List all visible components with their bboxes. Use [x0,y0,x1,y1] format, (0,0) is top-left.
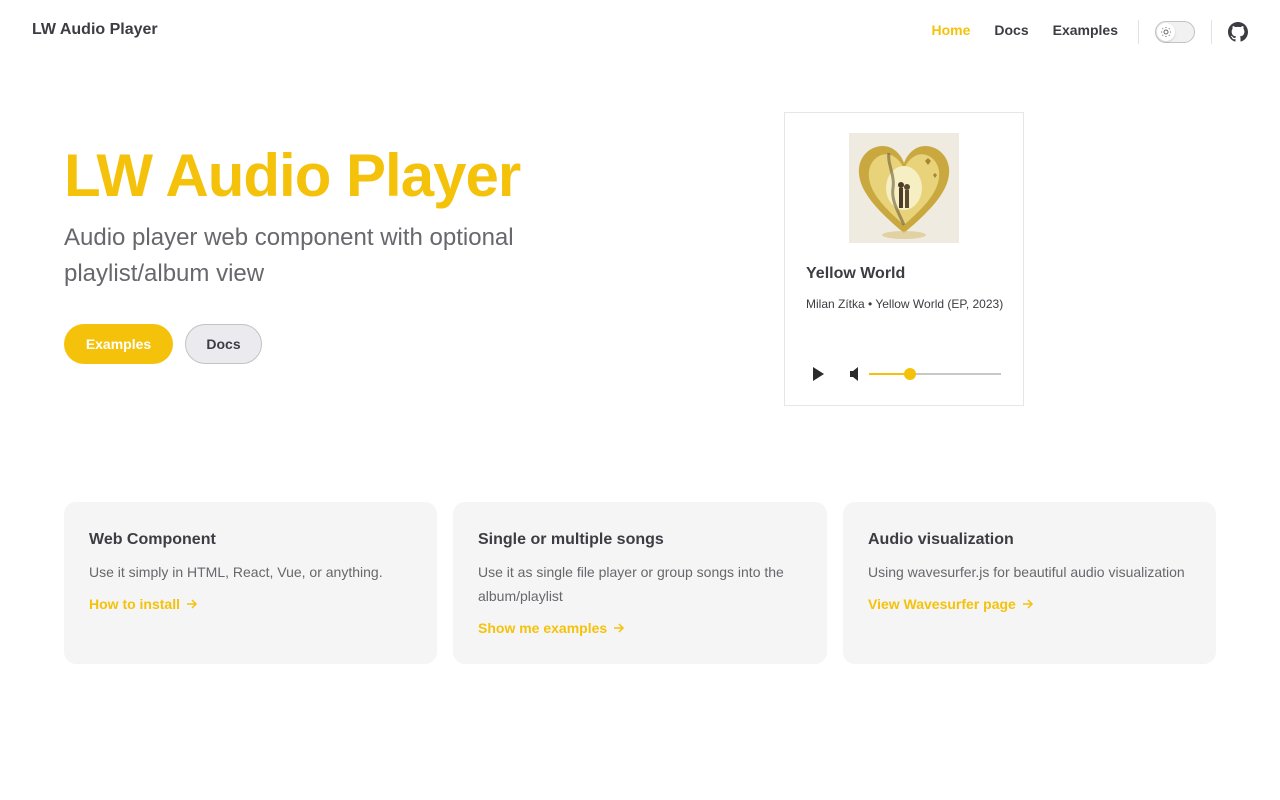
song-meta: Milan Zítka • Yellow World (EP, 2023) [806,297,1004,311]
github-icon[interactable] [1228,22,1248,42]
arrow-right-icon [1022,599,1033,609]
feature-card-web-component: Web Component Use it simply in HTML, Rea… [64,502,437,664]
volume-thumb[interactable] [903,368,916,380]
docs-button[interactable]: Docs [185,324,262,364]
feature-card-songs: Single or multiple songs Use it as singl… [453,502,827,664]
feature-link-label: View Wavesurfer page [868,596,1016,612]
feature-link-label: Show me examples [478,620,608,636]
feature-link-label: How to install [89,596,180,612]
feature-title: Single or multiple songs [478,531,664,548]
album-cover-image [849,133,959,243]
nav-divider [1211,20,1212,44]
nav-links: Home Docs Examples [931,22,1118,38]
volume-slider[interactable] [869,368,1001,380]
feature-text: Use it as single file player or group so… [478,564,784,604]
nav-link-examples[interactable]: Examples [1053,22,1118,38]
feature-link-examples[interactable]: Show me examples [478,616,625,640]
arrow-right-icon [187,599,198,609]
examples-button[interactable]: Examples [64,324,173,364]
hero-tagline: Audio player web component with optional… [64,224,514,287]
song-title: Yellow World [806,265,906,282]
nav-link-home[interactable]: Home [931,22,970,38]
brand-title[interactable]: LW Audio Player [32,21,158,39]
nav-link-docs[interactable]: Docs [994,22,1028,38]
sun-icon [1157,23,1175,41]
hero-title: LW Audio Player [64,142,521,209]
feature-link-wavesurfer[interactable]: View Wavesurfer page [868,592,1034,616]
theme-toggle[interactable] [1155,21,1195,43]
feature-title: Audio visualization [868,531,1014,548]
audio-player-card: Yellow World Milan Zítka • Yellow World … [784,112,1024,406]
volume-mute-icon[interactable] [849,366,863,382]
feature-text: Use it simply in HTML, React, Vue, or an… [89,564,383,580]
feature-card-visualization: Audio visualization Using wavesurfer.js … [843,502,1216,664]
play-icon[interactable] [811,366,825,382]
top-nav: LW Audio Player Home Docs Examples [0,0,1280,64]
feature-text: Using wavesurfer.js for beautiful audio … [868,564,1185,580]
feature-title: Web Component [89,531,216,548]
feature-link-install[interactable]: How to install [89,592,198,616]
nav-divider [1138,20,1139,44]
arrow-right-icon [614,623,625,633]
